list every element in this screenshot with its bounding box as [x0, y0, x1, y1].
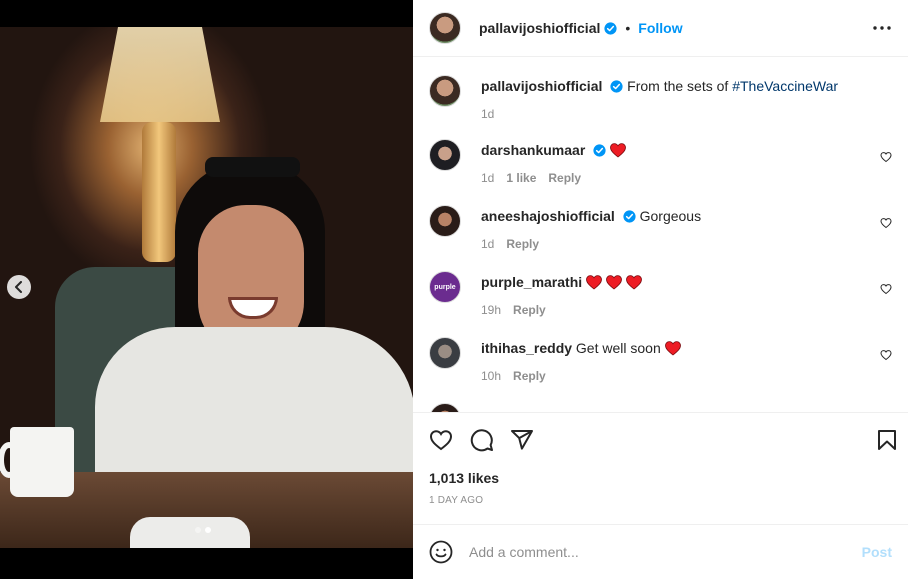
comment-text: Get well soon: [575, 340, 661, 356]
caption-meta: 1d: [481, 107, 494, 121]
commenter-avatar[interactable]: [429, 337, 461, 369]
comment-text: Gorgeous: [639, 208, 702, 224]
comment-time: 1d: [481, 171, 495, 185]
post-media: [0, 0, 413, 579]
reply-button[interactable]: Reply: [506, 237, 539, 251]
comment-body: aneeshajoshiofficial Gorgeous: [481, 207, 862, 225]
sunglasses: [205, 157, 300, 177]
post-header: pallavijoshiofficial • Follow: [413, 0, 908, 57]
verified-icon: [610, 80, 623, 93]
red-heart-emoji: [610, 143, 626, 158]
caption-hashtag[interactable]: #TheVaccineWar: [732, 78, 838, 94]
like-comment-heart-icon[interactable]: [880, 151, 892, 163]
caption-body: pallavijoshiofficial From the sets of #T…: [481, 77, 862, 95]
comment-meta: 1d Reply: [481, 237, 539, 251]
author-avatar[interactable]: [429, 75, 461, 107]
emoji-icon[interactable]: [429, 540, 453, 564]
reply-button[interactable]: Reply: [548, 171, 581, 185]
comments-list[interactable]: pallavijoshiofficial From the sets of #T…: [413, 57, 908, 412]
bookmark-icon[interactable]: [875, 428, 899, 452]
follow-button[interactable]: Follow: [638, 20, 682, 36]
red-heart-emoji: [606, 275, 622, 290]
like-comment-heart-icon[interactable]: [880, 349, 892, 361]
comment-icon[interactable]: [470, 428, 494, 452]
separator: •: [625, 20, 631, 36]
more-options-button[interactable]: [872, 18, 892, 38]
avatar-logo-text: purple: [434, 283, 456, 291]
comment-likes[interactable]: 1 like: [506, 171, 536, 185]
previous-slide-button[interactable]: [7, 275, 31, 299]
cup: [130, 517, 250, 548]
comment-meta: 1d 1 like Reply: [481, 171, 581, 185]
verified-icon: [623, 210, 636, 223]
lamp-shade: [100, 27, 220, 122]
post-photo: [0, 27, 413, 548]
comment-meta: 19h Reply: [481, 303, 546, 317]
commenter-avatar[interactable]: [429, 205, 461, 237]
carousel-dot-active: [205, 527, 211, 533]
comment-body: darshankumaar: [481, 141, 862, 159]
comment-time: 10h: [481, 369, 502, 383]
author-username[interactable]: pallavijoshiofficial: [479, 20, 600, 36]
caption-username[interactable]: pallavijoshiofficial: [481, 78, 602, 94]
carousel-dots: [195, 527, 211, 533]
caption-text: From the sets of: [627, 78, 733, 94]
add-comment-bar: Post: [413, 524, 908, 579]
caption-time: 1d: [481, 107, 495, 121]
comment-username[interactable]: ithihas_reddy: [481, 340, 572, 356]
likes-count[interactable]: 1,013 likes: [429, 470, 499, 486]
comment-input[interactable]: [469, 544, 862, 560]
commenter-avatar[interactable]: [429, 403, 461, 412]
share-icon[interactable]: [510, 428, 534, 452]
commenter-avatar[interactable]: [429, 139, 461, 171]
comment-meta: 10h Reply: [481, 369, 546, 383]
chevron-left-icon: [15, 281, 22, 293]
comment-body: ithihas_reddy Get well soon: [481, 339, 862, 357]
like-comment-heart-icon[interactable]: [880, 283, 892, 295]
commenter-avatar[interactable]: purple: [429, 271, 461, 303]
post-comment-button[interactable]: Post: [862, 544, 892, 560]
verified-icon: [604, 21, 617, 35]
verified-icon: [593, 144, 606, 157]
post-details-panel: pallavijoshiofficial • Follow pallavijos…: [413, 0, 908, 579]
comment-username[interactable]: darshankumaar: [481, 142, 585, 158]
post-date: 1 DAY AGO: [429, 495, 484, 506]
author-avatar[interactable]: [429, 12, 461, 44]
reply-button[interactable]: Reply: [513, 369, 546, 383]
carousel-dot: [195, 527, 201, 533]
red-heart-emoji: [664, 341, 681, 356]
like-comment-heart-icon[interactable]: [880, 217, 892, 229]
post-actions: 1,013 likes 1 DAY AGO: [413, 412, 908, 524]
lamp-base: [142, 122, 176, 262]
red-heart-emoji: [625, 275, 642, 290]
comment-body: purple_marathi: [481, 273, 862, 291]
more-icon: [873, 26, 891, 30]
like-heart-icon[interactable]: [429, 428, 453, 452]
comment-username[interactable]: aneeshajoshiofficial: [481, 208, 615, 224]
comment-time: 1d: [481, 237, 495, 251]
reply-button[interactable]: Reply: [513, 303, 546, 317]
comment-time: 19h: [481, 303, 502, 317]
comment-username[interactable]: purple_marathi: [481, 274, 582, 290]
red-heart-emoji: [586, 275, 602, 290]
